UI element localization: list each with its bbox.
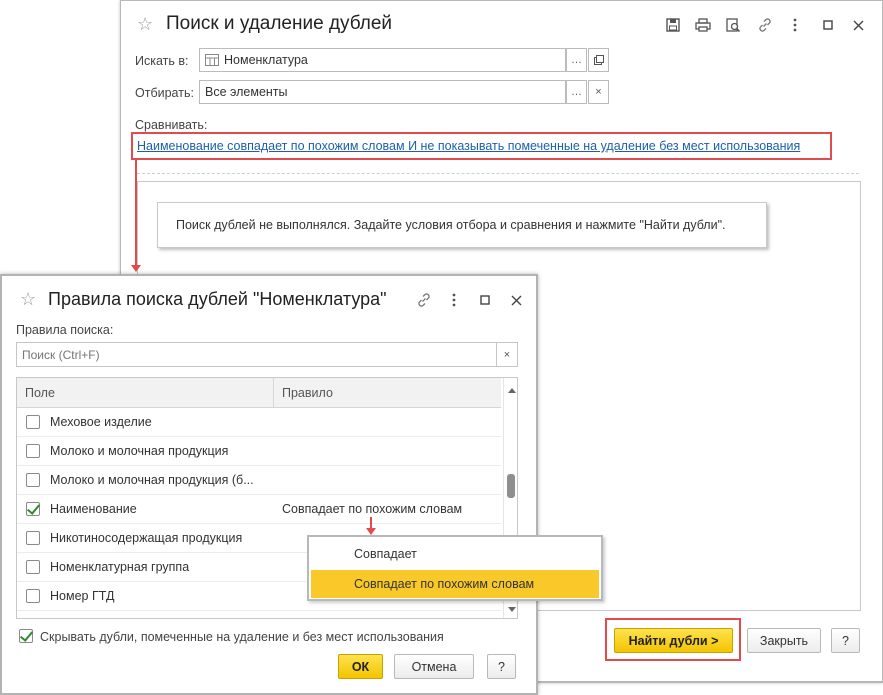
dialog-maximize-icon[interactable]: [476, 291, 494, 309]
connector-arrow: [131, 265, 141, 272]
dropdown-option-similar-words[interactable]: Совпадает по похожим словам: [311, 570, 599, 598]
close-button[interactable]: Закрыть: [747, 628, 821, 653]
row-checkbox[interactable]: [26, 415, 40, 429]
search-in-label: Искать в:: [135, 54, 189, 68]
link-icon[interactable]: [756, 16, 774, 34]
row-field: Наименование: [50, 502, 137, 516]
scroll-down-icon[interactable]: [508, 607, 516, 612]
column-header-field[interactable]: Поле: [17, 378, 274, 408]
main-titlebar: ☆ Поиск и удаление дублей: [121, 1, 882, 47]
row-rule[interactable]: Совпадает по похожим словам: [282, 502, 462, 516]
hide-duplicates-checkbox[interactable]: [19, 629, 33, 643]
row-checkbox[interactable]: [26, 589, 40, 603]
compare-conditions-link[interactable]: Наименование совпадает по похожим словам…: [137, 139, 800, 153]
row-checkbox[interactable]: [26, 531, 40, 545]
window-title: Поиск и удаление дублей: [166, 13, 393, 34]
filter-field[interactable]: Все элементы … ×: [199, 80, 609, 104]
help-button[interactable]: ?: [831, 628, 860, 653]
rules-label: Правила поиска:: [16, 323, 114, 337]
dialog-help-button[interactable]: ?: [487, 654, 516, 679]
row-checkbox[interactable]: [26, 560, 40, 574]
row-checkbox[interactable]: [26, 444, 40, 458]
row-field: Номер ГТД: [50, 589, 115, 603]
clear-icon[interactable]: ×: [588, 80, 609, 104]
table-row[interactable]: Молоко и молочная продукция: [17, 437, 501, 466]
dialog-star-icon[interactable]: ☆: [20, 290, 36, 308]
save-icon[interactable]: [664, 16, 682, 34]
dialog-link-icon[interactable]: [415, 291, 433, 309]
cancel-button[interactable]: Отмена: [394, 654, 474, 679]
table-row[interactable]: Молоко и молочная продукция (б...: [17, 466, 501, 495]
more-icon[interactable]: [786, 16, 804, 34]
search-clear-icon[interactable]: ×: [496, 342, 518, 367]
dropdown-connector-arrow: [366, 528, 376, 535]
row-field: Номенклатурная группа: [50, 560, 190, 574]
dialog-more-icon[interactable]: [445, 291, 463, 309]
filter-choose-button[interactable]: …: [566, 80, 587, 104]
preview-icon[interactable]: [724, 16, 742, 34]
table-row[interactable]: Меховое изделие: [17, 408, 501, 437]
maximize-icon[interactable]: [819, 16, 837, 34]
scroll-up-icon[interactable]: [508, 388, 516, 393]
rule-dropdown: Совпадает Совпадает по похожим словам: [307, 535, 603, 601]
dialog-title: Правила поиска дублей "Номенклатура": [48, 289, 387, 309]
compare-link-highlight: Наименование совпадает по похожим словам…: [131, 132, 832, 160]
row-field: Никотиносодержащая продукция: [50, 531, 243, 545]
open-icon[interactable]: [588, 48, 609, 72]
info-message-text: Поиск дублей не выполнялся. Задайте усло…: [176, 218, 726, 232]
filter-label: Отбирать:: [135, 86, 194, 100]
row-field: Молоко и молочная продукция: [50, 444, 229, 458]
find-duplicates-button[interactable]: Найти дубли >: [614, 628, 733, 653]
filter-value: Все элементы: [205, 85, 288, 99]
separator: [137, 173, 859, 174]
rules-search-field[interactable]: ×: [16, 342, 518, 367]
row-checkbox[interactable]: [26, 473, 40, 487]
ok-button[interactable]: ОК: [338, 654, 383, 679]
row-checkbox[interactable]: [26, 502, 40, 516]
rules-search-input[interactable]: [17, 344, 487, 365]
star-icon[interactable]: ☆: [137, 15, 153, 33]
table-icon: [205, 54, 219, 66]
search-in-field[interactable]: Номенклатура …: [199, 48, 609, 72]
compare-label: Сравнивать:: [135, 118, 208, 132]
row-field: Меховое изделие: [50, 415, 152, 429]
close-icon[interactable]: [849, 16, 867, 34]
scroll-thumb[interactable]: [507, 474, 515, 498]
info-message: Поиск дублей не выполнялся. Задайте усло…: [157, 202, 767, 248]
search-in-value: Номенклатура: [224, 53, 308, 67]
dialog-close-icon[interactable]: [507, 291, 525, 309]
column-header-rule[interactable]: Правило: [274, 378, 501, 408]
row-field: Молоко и молочная продукция (б...: [50, 473, 254, 487]
print-icon[interactable]: [694, 16, 712, 34]
table-header: Поле Правило: [17, 378, 501, 408]
choose-button[interactable]: …: [566, 48, 587, 72]
connector-line: [135, 159, 137, 266]
table-row[interactable]: Наименование Совпадает по похожим словам: [17, 495, 501, 524]
dropdown-option-match[interactable]: Совпадает: [311, 540, 599, 568]
rules-dialog: ☆ Правила поиска дублей "Номенклатура" П…: [0, 274, 538, 695]
hide-duplicates-label[interactable]: Скрывать дубли, помеченные на удаление и…: [40, 630, 444, 644]
